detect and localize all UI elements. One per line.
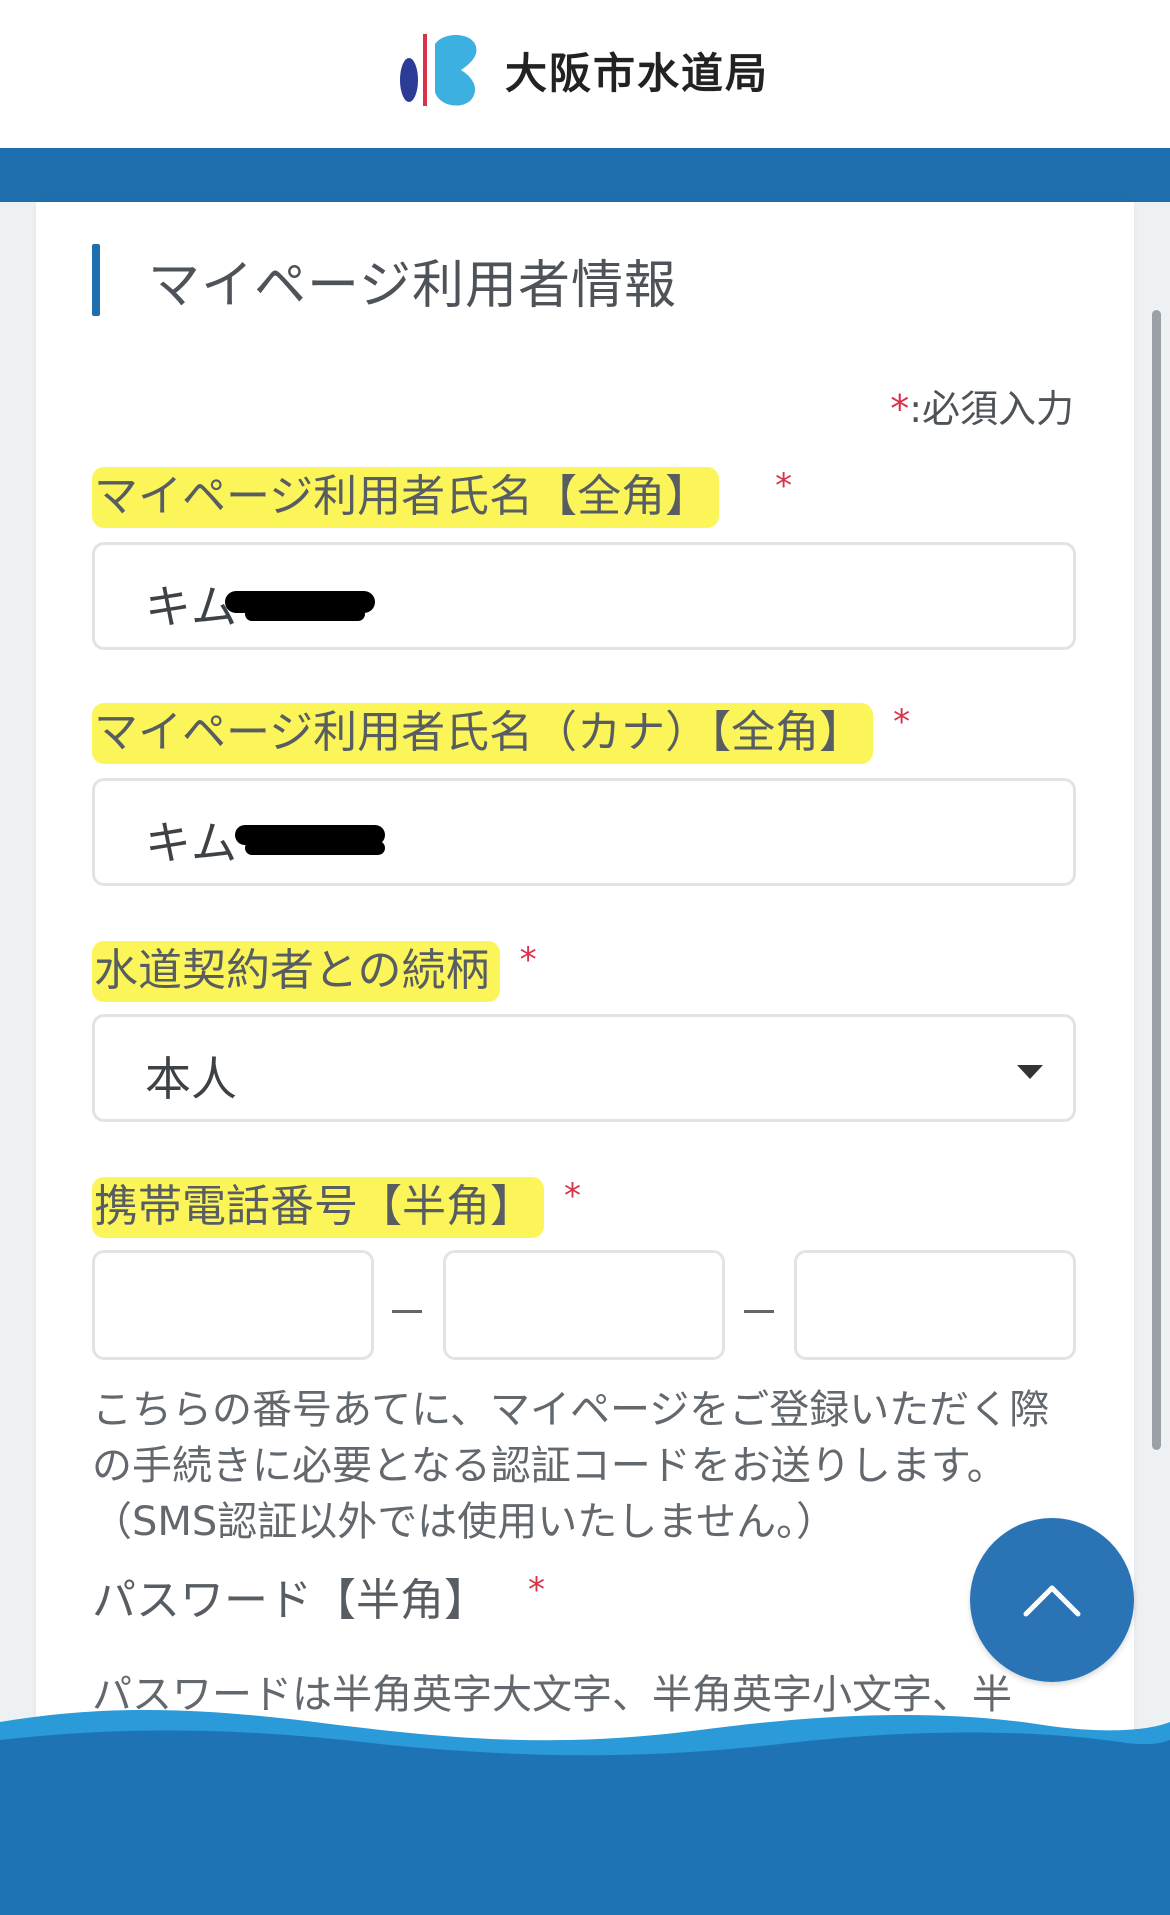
required-note-text: :必須入力 (909, 387, 1074, 431)
chevron-up-icon (1023, 1585, 1081, 1617)
wave-footer (0, 1709, 1170, 1915)
required-mark: * (890, 387, 910, 431)
header: 大阪市水道局 (0, 0, 1170, 148)
relation-selected-value: 本人 (145, 1052, 237, 1106)
required-note: *:必須入力 (890, 378, 1074, 433)
phone-help-text: こちらの番号あてに、マイページをご登録いただく際の手続きに必要となる認証コードを… (92, 1387, 1050, 1545)
phone-input-part3[interactable] (794, 1250, 1076, 1360)
phone-required-mark: * (564, 1176, 581, 1216)
phone-input-part1[interactable] (92, 1250, 374, 1360)
kana-label: マイページ利用者氏名（カナ）【全角】 * (92, 696, 911, 764)
relation-required-mark: * (519, 940, 537, 980)
password-label: パスワード【半角】 * (92, 1564, 545, 1628)
phone-separator (744, 1310, 774, 1313)
form-card: マイページ利用者情報 *:必須入力 マイページ利用者氏名【全角】 * キム マイペ… (36, 202, 1134, 1915)
password-required-mark: * (528, 1570, 545, 1610)
phone-label: 携帯電話番号【半角】 * (92, 1170, 581, 1238)
kana-required-mark: * (893, 702, 911, 742)
phone-separator (392, 1310, 422, 1313)
section-heading: マイページ利用者情報 (92, 244, 677, 316)
back-to-top-button[interactable] (970, 1518, 1134, 1682)
redaction-mark (245, 841, 385, 855)
name-required-mark: * (775, 466, 793, 506)
kana-input[interactable]: キム (92, 778, 1076, 886)
logo-text: 大阪市水道局 (505, 48, 770, 98)
heading-accent-bar (92, 244, 100, 316)
kana-label-text: マイページ利用者氏名（カナ）【全角】 (92, 703, 874, 764)
relation-label-text: 水道契約者との続柄 (92, 941, 500, 1002)
relation-select[interactable]: 本人 (92, 1014, 1076, 1122)
chevron-down-icon (1017, 1065, 1043, 1079)
site-logo[interactable]: 大阪市水道局 (395, 30, 769, 110)
osaka-waterworks-logo-icon (400, 34, 477, 106)
section-title: マイページ利用者情報 (148, 255, 677, 316)
name-value: キム (145, 580, 237, 634)
phone-label-text: 携帯電話番号【半角】 (92, 1177, 544, 1238)
name-label: マイページ利用者氏名【全角】 * (92, 460, 793, 528)
scrollbar-thumb[interactable] (1152, 310, 1161, 1450)
relation-label: 水道契約者との続柄 * (92, 934, 537, 1002)
kana-value: キム (145, 816, 237, 870)
redaction-mark (245, 607, 365, 621)
header-band (0, 148, 1170, 202)
password-label-text: パスワード【半角】 (92, 1575, 488, 1626)
name-label-text: マイページ利用者氏名【全角】 (92, 467, 720, 528)
phone-input-part2[interactable] (443, 1250, 725, 1360)
name-input[interactable]: キム (92, 542, 1076, 650)
